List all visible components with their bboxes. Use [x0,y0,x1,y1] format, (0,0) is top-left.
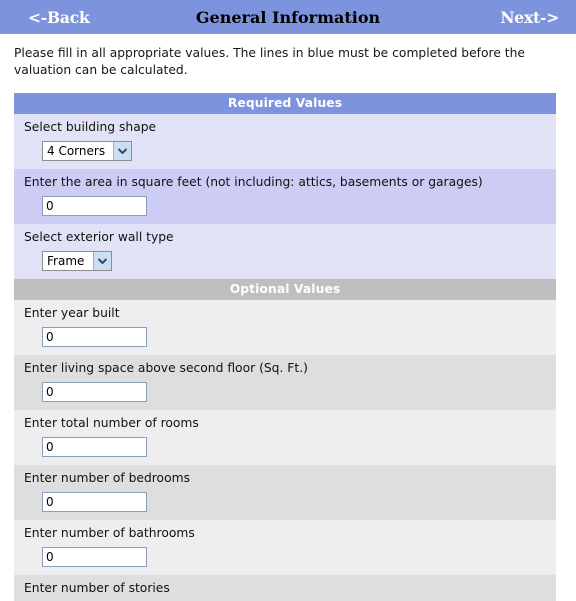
field-row-stories: Enter number of stories [14,575,556,601]
year-built-input[interactable] [42,327,147,347]
label-bedrooms: Enter number of bedrooms [24,471,190,485]
back-link[interactable]: <-Back [28,8,90,27]
label-bathrooms: Enter number of bathrooms [24,526,195,540]
bedrooms-input[interactable] [42,492,147,512]
label-stories: Enter number of stories [24,581,170,595]
building-shape-select[interactable]: 4 Corners [42,141,132,161]
required-values-heading: Required Values [14,93,556,114]
optional-values-section-header-row: Optional Values [14,279,556,300]
chevron-down-icon [113,142,131,160]
intro-instructions: Please fill in all appropriate values. T… [14,46,525,77]
building-shape-select-value: 4 Corners [47,144,106,158]
field-row-exterior-wall-type: Select exterior wall type Frame [14,224,556,279]
field-row-total-rooms: Enter total number of rooms [14,410,556,465]
top-navigation-bar: <-Back General Information Next-> [0,0,576,34]
optional-values-heading: Optional Values [14,279,556,300]
label-year-built: Enter year built [24,306,120,320]
label-exterior-wall-type: Select exterior wall type [24,230,174,244]
total-rooms-input[interactable] [42,437,147,457]
general-information-form: Required Values Select building shape 4 … [14,93,556,601]
label-living-space-above-second-floor: Enter living space above second floor (S… [24,361,308,375]
field-row-area-square-feet: Enter the area in square feet (not inclu… [14,169,556,224]
exterior-wall-type-select-value: Frame [47,254,85,268]
field-row-living-space-above-second-floor: Enter living space above second floor (S… [14,355,556,410]
label-area-square-feet: Enter the area in square feet (not inclu… [24,175,483,189]
label-total-rooms: Enter total number of rooms [24,416,199,430]
exterior-wall-type-select[interactable]: Frame [42,251,112,271]
field-row-building-shape: Select building shape 4 Corners [14,114,556,169]
area-square-feet-input[interactable] [42,196,147,216]
label-building-shape: Select building shape [24,120,157,134]
next-link[interactable]: Next-> [500,8,559,27]
chevron-down-icon [93,252,111,270]
field-row-year-built: Enter year built [14,300,556,355]
field-row-bathrooms: Enter number of bathrooms [14,520,556,575]
field-row-bedrooms: Enter number of bedrooms [14,465,556,520]
required-values-section-header-row: Required Values [14,93,556,114]
living-space-above-second-floor-input[interactable] [42,382,147,402]
bathrooms-input[interactable] [42,547,147,567]
